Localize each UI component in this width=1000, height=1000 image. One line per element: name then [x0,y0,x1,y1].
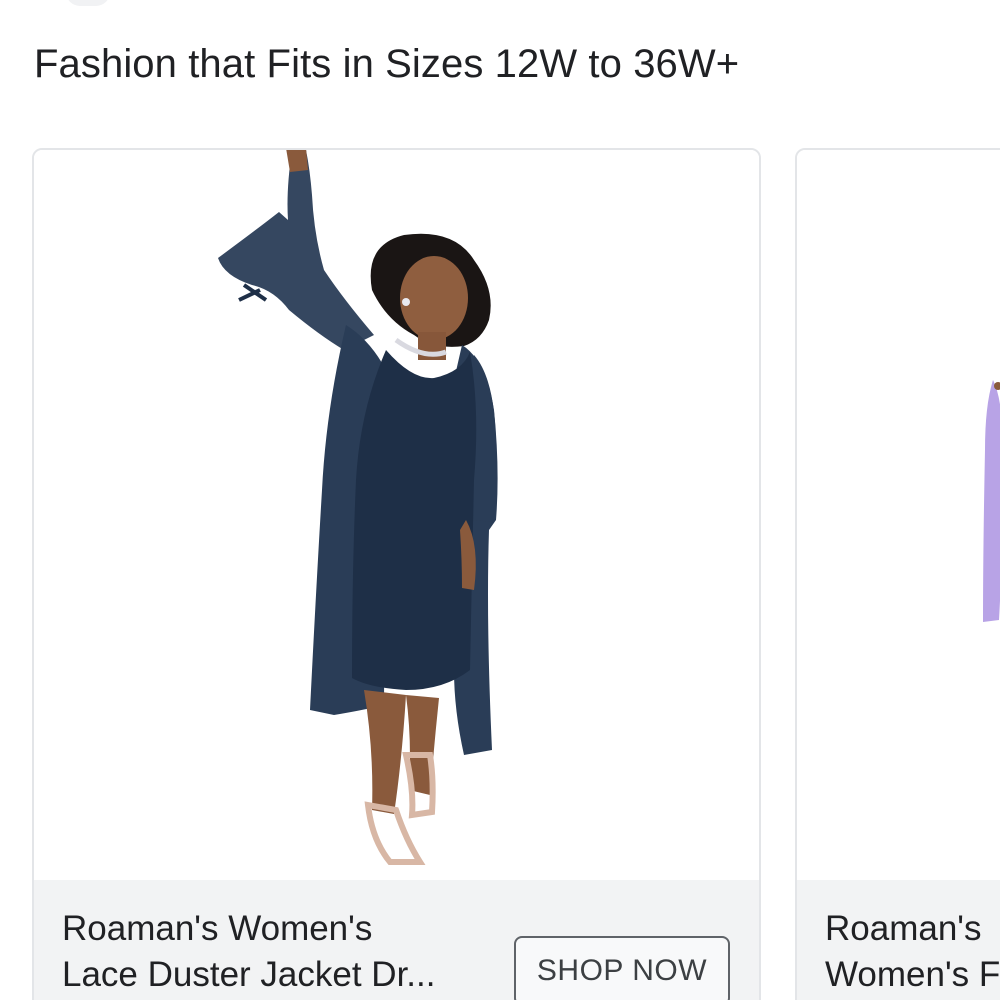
raised-sleeve [218,150,374,350]
earring [402,298,410,306]
product-title-line-1: Roaman's [825,909,982,948]
product-card-footer: Roaman's Women's F [797,880,1000,1000]
shop-now-button[interactable]: SHOP NOW [514,936,730,1000]
product-carousel[interactable]: Roaman's Women's Lace Duster Jacket Dr..… [0,148,1000,1000]
section-title: Fashion that Fits in Sizes 12W to 36W+ [34,42,740,86]
previous-section-edge [66,0,110,6]
product-image[interactable] [797,150,1000,880]
product-title-line-2: Lace Duster Jacket Dr... [62,955,436,994]
face [400,256,468,340]
model-illustration [218,150,498,865]
product-title[interactable]: Roaman's Women's F [825,906,1000,998]
left-leg [364,690,406,814]
page: Fashion that Fits in Sizes 12W to 36W+ R… [0,0,1000,1000]
product-card-footer: Roaman's Women's Lace Duster Jacket Dr..… [34,880,759,1000]
product-card[interactable]: Roaman's Women's Lace Duster Jacket Dr..… [32,148,761,1000]
product-title-line-1: Roaman's Women's [62,909,373,948]
hand [286,150,308,172]
product-card[interactable]: Roaman's Women's F [795,148,1000,1000]
navy-dress [352,350,477,690]
product-title-line-2: Women's F [825,955,1000,994]
lavender-garment [983,380,1000,622]
model-illustration [983,380,1000,622]
product-title[interactable]: Roaman's Women's Lace Duster Jacket Dr..… [62,906,482,998]
product-image[interactable] [34,150,759,880]
